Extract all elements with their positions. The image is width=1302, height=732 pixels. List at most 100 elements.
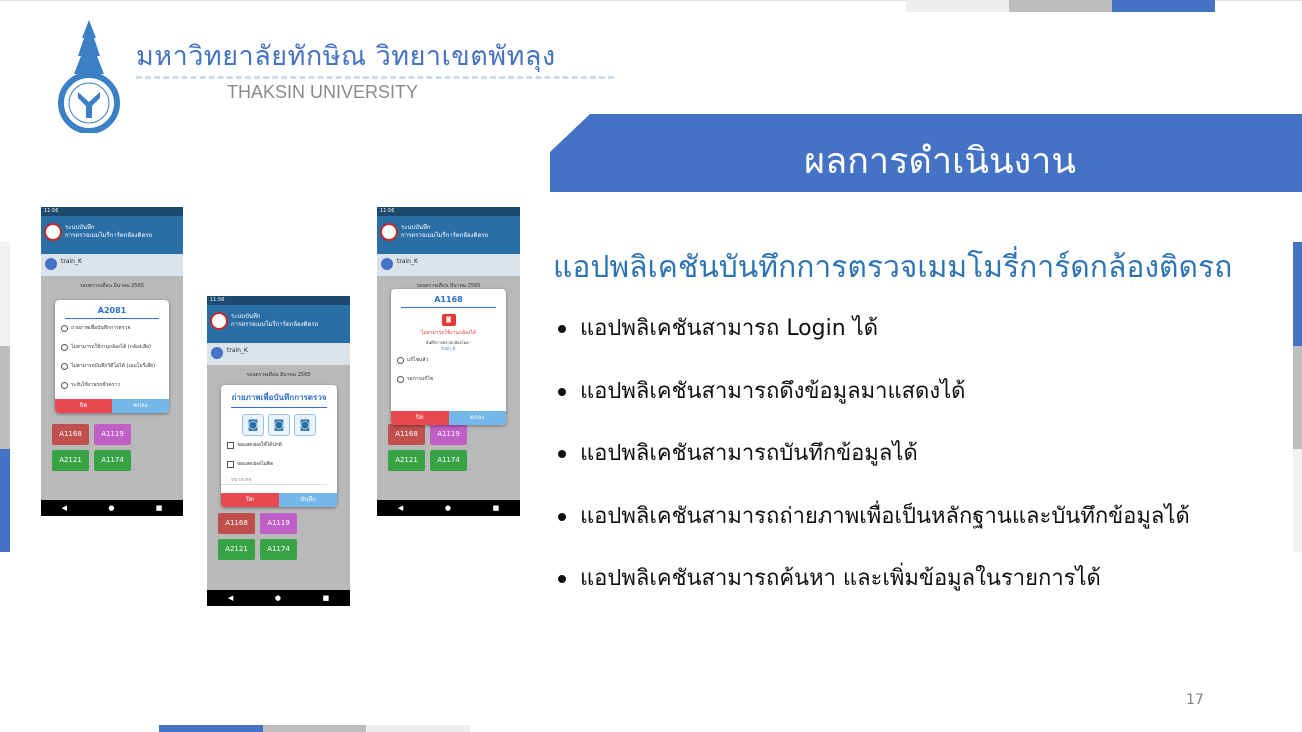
left-side-bar-gray [0, 346, 10, 449]
dialog-title: A2081 [97, 306, 127, 315]
app-title-line1: ระบบบันทึก [65, 224, 95, 231]
radio-option[interactable]: รอการแก้ไข [391, 370, 506, 389]
username: train_K [227, 347, 248, 354]
vehicle-tile[interactable]: A1119 [260, 513, 297, 534]
bottom-accent-bar-blue [159, 725, 263, 732]
dialog-title: ถ่ายภาพเพื่อบันทึกการตรวจ [231, 393, 327, 402]
university-thai-name: มหาวิทยาลัยทักษิณ วิทยาเขตพัทลุง [136, 41, 556, 72]
recents-icon[interactable]: ■ [323, 594, 330, 602]
right-side-bar-blue [1293, 242, 1302, 346]
vehicle-tile[interactable]: A1119 [94, 424, 131, 445]
home-icon[interactable]: ● [445, 504, 451, 512]
bullet-item: แอปพลิเคชันสามารถดึงข้อมูลมาแสดงได้ [556, 375, 1190, 438]
recorded-by-label: บันทึกการตรวจกล้องโดย : [425, 340, 472, 345]
home-icon[interactable]: ● [108, 504, 114, 512]
page-title: ผลการดำเนินงาน [803, 141, 1077, 182]
status-dialog: A1168 ◙ ไม่สามารถใช้งานกล้องได้ บันทึกกา… [391, 289, 506, 425]
bottom-accent-bar-gray [263, 725, 366, 732]
checkbox-option[interactable]: จอแสดงผลใช้ได้ปกติ [221, 436, 337, 455]
vehicle-tile[interactable]: A1168 [388, 424, 425, 445]
app-body: รอบตรวจเดือน มีนาคม 2565 A1168 A1119 A21… [377, 276, 520, 500]
vehicle-tiles: A1168 A1119 A2121 A1174 [218, 513, 338, 560]
vehicle-tile[interactable]: A1174 [430, 450, 467, 471]
vehicle-tile[interactable]: A2121 [218, 539, 255, 560]
camera-icon[interactable]: ◙ [268, 414, 290, 436]
vehicle-tiles: A1168 A1119 A2121 A1174 [52, 424, 172, 471]
bottom-accent-bar-light [366, 725, 470, 732]
vehicle-tile[interactable]: A1168 [218, 513, 255, 534]
month-label: รอบตรวจเดือน มีนาคม 2565 [246, 372, 311, 378]
month-label: รอบตรวจเดือน มีนาคม 2565 [80, 283, 144, 289]
section-subtitle: แอปพลิเคชันบันทึกการตรวจเมมโมรี่การ์ดกล้… [553, 250, 1233, 285]
status-bar: 11:56 [377, 207, 520, 216]
radio-icon [61, 344, 68, 351]
app-header: ระบบบันทึก การตรวจเมมโมรี่การ์ดกล้องติดรถ [207, 305, 350, 343]
note-field[interactable]: หมายเหตุ [221, 476, 327, 485]
app-logo-icon [44, 223, 62, 241]
status-bar: 11:56 [207, 296, 350, 305]
checkbox-icon [227, 442, 234, 449]
status-bar: 11:56 [41, 207, 183, 216]
dialog-title: A1168 [434, 295, 463, 304]
user-bar: train_K [207, 343, 350, 365]
close-button[interactable]: ปิด [221, 493, 279, 507]
left-side-bar-blue [0, 449, 10, 552]
radio-option[interactable]: ถ่ายภาพเพื่อบันทึกการตรวจ [55, 319, 169, 338]
save-button[interactable]: บันทึก [279, 493, 337, 507]
user-bar: train_K [377, 254, 520, 276]
radio-option[interactable]: ไม่สามารถบันทึกวิดีโอได้ (เมมโมรี่เสีย) [55, 357, 169, 376]
vehicle-tile[interactable]: A2121 [388, 450, 425, 471]
app-header: ระบบบันทึก การตรวจเมมโมรี่การ์ดกล้องติดรถ [377, 216, 520, 254]
radio-option[interactable]: ระงับใช้งานรถชั่วคราว [55, 376, 169, 395]
bullet-item: แอปพลิเคชันสามารถ Login ได้ [556, 312, 1190, 375]
app-body: รอบตรวจเดือน มีนาคม 2565 A1168 A1119 A21… [41, 276, 183, 500]
radio-option[interactable]: แก้ไขแล้ว [391, 351, 506, 370]
vehicle-tile[interactable]: A1174 [94, 450, 131, 471]
back-icon[interactable]: ◀ [398, 504, 403, 512]
app-title-line2: การตรวจเมมโมรี่การ์ดกล้องติดรถ [65, 232, 153, 239]
ok-button[interactable]: ตกลง [448, 411, 506, 425]
avatar-icon [45, 258, 57, 270]
app-logo-icon [380, 223, 398, 241]
bullet-item: แอปพลิเคชันสามารถค้นหา และเพิ่มข้อมูลในร… [556, 562, 1190, 625]
recents-icon[interactable]: ■ [493, 504, 500, 512]
ok-button[interactable]: ตกลง [112, 399, 169, 413]
vehicle-tile[interactable]: A2121 [52, 450, 89, 471]
vehicle-tile[interactable]: A1119 [430, 424, 467, 445]
top-accent-bar-blue [1112, 0, 1215, 12]
user-bar: train_K [41, 254, 183, 276]
android-nav-bar: ◀ ● ■ [377, 500, 520, 516]
avatar-icon [381, 258, 393, 270]
page-number: 17 [1186, 692, 1204, 708]
radio-icon [61, 363, 68, 370]
close-button[interactable]: ปิด [391, 411, 449, 425]
recents-icon[interactable]: ■ [156, 504, 163, 512]
month-label: รอบตรวจเดือน มีนาคม 2565 [416, 283, 481, 289]
error-status-text: ไม่สามารถใช้งานกล้องได้ [420, 330, 477, 336]
vehicle-tiles: A1168 A1119 A2121 A1174 [388, 424, 508, 471]
home-icon[interactable]: ● [275, 594, 281, 602]
phone-screenshot-3: 11:56 ระบบบันทึก การตรวจเมมโมรี่การ์ดกล้อ… [377, 207, 520, 516]
checkbox-option[interactable]: จอแสดงผลไม่ติด [221, 455, 337, 474]
left-side-bar-light [0, 242, 10, 346]
vehicle-tile[interactable]: A1174 [260, 539, 297, 560]
app-header: ระบบบันทึก การตรวจเมมโมรี่การ์ดกล้องติดรถ [41, 216, 183, 254]
camera-error-icon: ◙ [441, 314, 456, 326]
top-accent-bar-light [906, 0, 1009, 12]
radio-icon [61, 325, 68, 332]
back-icon[interactable]: ◀ [228, 594, 233, 602]
app-title-line2: การตรวจเมมโมรี่การ์ดกล้องติดรถ [401, 232, 489, 239]
university-logo-icon [58, 20, 120, 133]
camera-icon[interactable]: ◙ [294, 414, 316, 436]
bullet-item: แอปพลิเคชันสามารถบันทึกข้อมูลได้ [556, 437, 1190, 500]
radio-option[interactable]: ไม่สามารถใช้งานกล้องได้ (กล้องเสีย) [55, 338, 169, 357]
camera-icon[interactable]: ◙ [242, 414, 264, 436]
bullet-dot-icon [558, 450, 566, 458]
back-icon[interactable]: ◀ [62, 504, 67, 512]
right-side-bar-light [1293, 449, 1302, 552]
radio-icon [397, 357, 404, 364]
close-button[interactable]: ปิด [55, 399, 112, 413]
result-bullet-list: แอปพลิเคชันสามารถ Login ได้ แอปพลิเคชันส… [556, 312, 1190, 625]
phone-screenshot-2: 11:56 ระบบบันทึก การตรวจเมมโมรี่การ์ดกล้อ… [207, 296, 350, 606]
vehicle-tile[interactable]: A1168 [52, 424, 89, 445]
